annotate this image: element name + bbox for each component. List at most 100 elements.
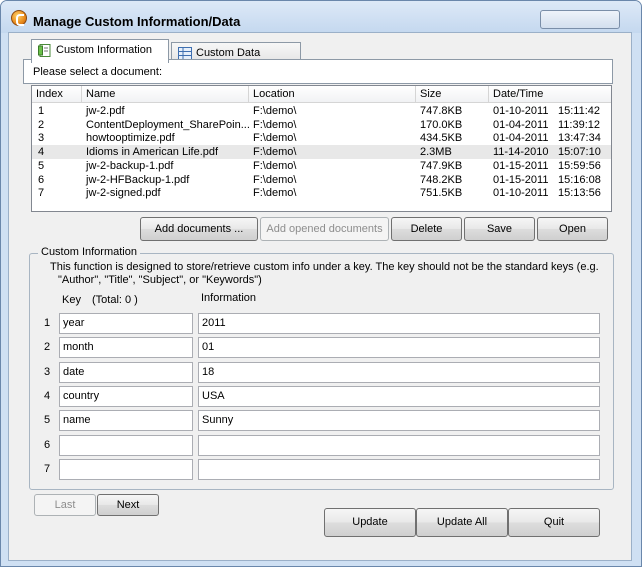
cell-location: F:\demo\ (253, 187, 297, 200)
cell-date: 01-04-2011 (493, 118, 549, 131)
save-button[interactable]: Save (464, 217, 535, 241)
cell-location: F:\demo\ (253, 159, 297, 172)
cell-location: F:\demo\ (253, 173, 297, 186)
cell-time: 15:11:42 (558, 105, 601, 117)
window-controls[interactable] (540, 10, 620, 29)
window-title: Manage Custom Information/Data (33, 14, 241, 29)
information-header: Information (201, 292, 257, 304)
documents-list[interactable]: Index Name Location Size Date/Time 1 jw-2… (31, 85, 612, 212)
add-documents-button[interactable]: Add documents ... (140, 217, 258, 241)
total-count: (Total: 0 ) (92, 294, 138, 306)
last-button[interactable]: Last (34, 494, 96, 516)
cell-name: jw-2-HFBackup-1.pdf (86, 173, 190, 186)
table-row[interactable]: 6 jw-2-HFBackup-1.pdf F:\demo\ 748.2KB 01-15… (32, 173, 611, 187)
key-input[interactable]: month (59, 337, 193, 359)
cell-date: 01-15-2011 (493, 173, 549, 186)
cell-index: 1 (38, 105, 45, 117)
tab-custom-information[interactable]: Custom Information (31, 39, 169, 63)
information-input[interactable]: USA (198, 385, 600, 407)
cell-time: 15:59:56 (558, 159, 601, 172)
cell-time: 15:13:56 (558, 187, 601, 200)
cell-size: 434.5KB (420, 132, 463, 145)
cell-name: ContentDeployment_SharePoin... (86, 118, 249, 131)
column-header-location[interactable]: Location (249, 86, 416, 103)
cell-location: F:\demo\ (253, 146, 297, 159)
cell-date: 11-14-2010 (493, 146, 549, 159)
information-input[interactable]: 18 (198, 361, 600, 383)
update-button[interactable]: Update (324, 508, 416, 537)
cell-date: 01-10-2011 (493, 187, 549, 200)
entry-row-number: 7 (43, 462, 51, 475)
delete-button[interactable]: Delete (391, 217, 462, 241)
key-input[interactable]: country (59, 385, 193, 407)
cell-name: Idioms in American Life.pdf (86, 146, 219, 159)
column-header-name[interactable]: Name (82, 86, 249, 103)
entry-row-number: 1 (43, 317, 51, 329)
cell-index: 4 (38, 146, 45, 159)
column-header-datetime[interactable]: Date/Time (489, 86, 611, 103)
quit-button[interactable]: Quit (508, 508, 600, 537)
table-row[interactable]: 4 Idioms in American Life.pdf F:\demo\ 2.3M… (32, 145, 611, 160)
cell-time: 15:16:08 (558, 173, 601, 186)
table-row[interactable]: 5 jw-2-backup-1.pdf F:\demo\ 747.9KB 01-15-2… (32, 159, 611, 173)
cell-location: F:\demo\ (253, 118, 297, 131)
column-header-size[interactable]: Size (416, 86, 489, 103)
cell-index: 6 (38, 173, 45, 186)
table-row[interactable]: 1 jw-2.pdf F:\demo\ 747.8KB 01-10-2011 15:11:… (32, 104, 611, 118)
table-row[interactable]: 2 ContentDeployment_SharePoin... F:\demo\ 1… (32, 118, 611, 132)
entry-row-number: 5 (43, 414, 51, 427)
entry-row-number: 2 (43, 341, 51, 354)
cell-name: jw-2-signed.pdf (86, 187, 161, 200)
cell-date: 01-04-2011 (493, 132, 549, 145)
cell-size: 751.5KB (420, 187, 463, 200)
column-header-index[interactable]: Index (32, 86, 82, 103)
information-input[interactable]: Sunny (198, 410, 600, 432)
select-document-prompt: Please select a document: (30, 65, 258, 82)
table-row[interactable]: 7 jw-2-signed.pdf F:\demo\ 751.5KB 01-10-201… (32, 186, 611, 200)
entry-row-number: 4 (43, 389, 51, 402)
cell-size: 747.8KB (420, 105, 463, 117)
key-input[interactable] (59, 458, 193, 480)
key-input[interactable]: name (59, 410, 193, 432)
cell-name: jw-2-backup-1.pdf (86, 159, 174, 172)
information-input[interactable] (198, 458, 600, 480)
cell-date: 01-15-2011 (493, 159, 549, 172)
cell-name: jw-2.pdf (86, 105, 125, 117)
description-line: This function is designed to store/retri… (50, 261, 599, 273)
table-row[interactable]: 3 howtooptimize.pdf F:\demo\ 434.5KB 01-04-2… (32, 131, 611, 145)
app-logo-icon (11, 10, 27, 26)
next-button[interactable]: Next (97, 494, 159, 516)
title-bar: Manage Custom Information/Data (1, 1, 641, 33)
cell-time: 11:39:12 (558, 118, 601, 131)
cell-size: 2.3MB (420, 146, 452, 159)
update-all-button[interactable]: Update All (416, 508, 508, 537)
cell-date: 01-10-2011 (493, 105, 549, 117)
description-line: "Author", "Title", "Subject", or "Keywor… (58, 274, 262, 286)
cell-size: 747.9KB (420, 159, 463, 172)
cell-location: F:\demo\ (253, 132, 297, 145)
open-button[interactable]: Open (537, 217, 608, 241)
cell-index: 5 (38, 159, 45, 172)
cell-index: 7 (38, 187, 45, 200)
cell-size: 748.2KB (420, 173, 463, 186)
key-input[interactable] (59, 434, 193, 456)
group-legend: Custom Information (38, 246, 140, 258)
tab-label: Custom Information (56, 44, 152, 56)
cell-size: 170.0KB (420, 118, 463, 131)
cell-time: 13:47:34 (558, 132, 601, 145)
information-input[interactable] (198, 434, 600, 456)
cell-location: F:\demo\ (253, 105, 297, 117)
list-header: Index Name Location Size Date/Time (32, 86, 611, 103)
cell-time: 15:07:10 (558, 146, 601, 159)
document-icon (38, 44, 51, 57)
cell-index: 2 (38, 118, 45, 131)
tab-label: Custom Data (196, 47, 261, 59)
add-opened-documents-button[interactable]: Add opened documents (260, 217, 389, 241)
function-description: This function is designed to store/retri… (50, 261, 610, 287)
key-input[interactable]: date (59, 361, 193, 383)
information-input[interactable]: 01 (198, 337, 600, 359)
key-header: Key (62, 294, 81, 306)
key-input[interactable]: year (59, 313, 193, 334)
entry-row-number: 3 (43, 365, 51, 378)
information-input[interactable]: 2011 (198, 313, 600, 334)
